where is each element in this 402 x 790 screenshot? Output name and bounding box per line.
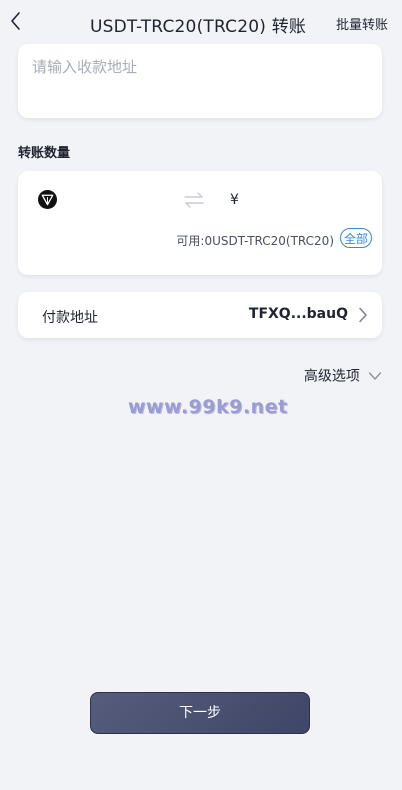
header-bar: USDT-TRC20(TRC20) 转账 批量转账: [0, 0, 402, 44]
swap-arrows-icon[interactable]: [184, 191, 204, 209]
chevron-down-icon: [368, 371, 382, 380]
watermark-text: www.99k9.net: [128, 396, 288, 418]
recipient-address-card: [18, 44, 382, 118]
batch-transfer-link[interactable]: 批量转账: [336, 14, 388, 33]
back-arrow-icon[interactable]: [6, 10, 26, 32]
page-title: USDT-TRC20(TRC20) 转账: [90, 17, 307, 37]
advanced-options-toggle[interactable]: 高级选项: [304, 365, 382, 386]
currency-symbol: ¥: [230, 192, 239, 208]
payment-address-row[interactable]: 付款地址 TFXQ...bauQ: [18, 292, 382, 338]
payment-address-label: 付款地址: [42, 310, 98, 326]
next-step-button[interactable]: 下一步: [90, 692, 310, 734]
available-balance: 可用:0USDT-TRC20(TRC20): [176, 234, 334, 248]
chevron-right-icon: [359, 307, 367, 323]
tron-token-icon: [38, 190, 57, 209]
recipient-address-input[interactable]: [32, 56, 368, 106]
all-amount-button[interactable]: 全部: [340, 228, 372, 248]
amount-card: ¥ 可用:0USDT-TRC20(TRC20) 全部: [18, 171, 382, 275]
amount-section-label: 转账数量: [18, 146, 71, 161]
advanced-options-label: 高级选项: [303, 368, 360, 385]
payment-address-value: TFXQ...bauQ: [248, 306, 348, 322]
